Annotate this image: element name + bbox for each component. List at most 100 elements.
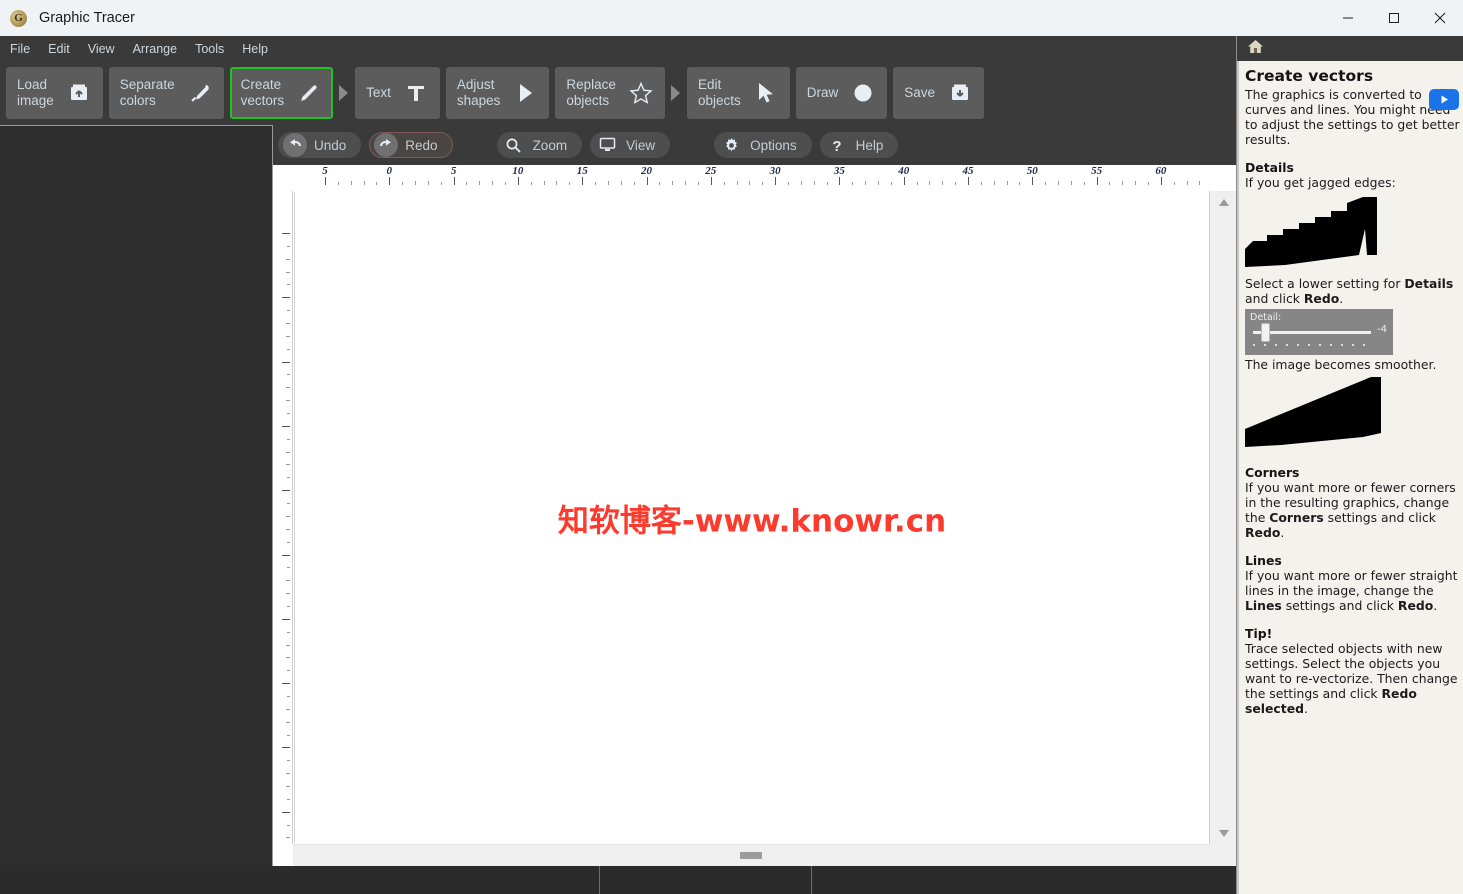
left-tool-panel[interactable] (0, 125, 273, 866)
ruler-v-major-tick (282, 811, 290, 813)
ruler-v-label: 20 (273, 497, 275, 509)
edit-objects-button[interactable]: Edit objects (686, 67, 790, 119)
minimize-icon[interactable] (1325, 0, 1371, 36)
ruler-v-label: 40 (273, 240, 275, 251)
menu-item-edit[interactable]: Edit (40, 39, 78, 59)
ruler-h-major-tick (1096, 177, 1098, 185)
ruler-h-minor-tick (350, 181, 352, 185)
options-button[interactable]: Options (714, 132, 812, 158)
drawing-page[interactable]: 知软博客-www.knowr.cn (294, 192, 1209, 843)
ruler-v-minor-tick (286, 785, 290, 787)
ruler-v-minor-tick (286, 323, 290, 325)
help-heading-tip: Tip! (1245, 626, 1273, 641)
detail-slider-label: Detail: (1250, 312, 1282, 323)
ruler-h-major-tick (710, 177, 712, 185)
save-label: Save (904, 85, 936, 100)
ruler-v-minor-tick (286, 773, 290, 775)
horizontal-ruler[interactable]: 5 0 5 10 15 20 25 30 35 40 45 50 55 60 (293, 165, 1209, 191)
ruler-v-minor-tick (287, 374, 290, 376)
undo-button[interactable]: Undo (278, 132, 362, 158)
save-button[interactable]: Save (893, 67, 985, 119)
ruler-h-major-tick (903, 177, 905, 185)
menu-item-tools[interactable]: Tools (187, 39, 232, 59)
create-vectors-label: Create vectors (240, 77, 285, 108)
redo-button[interactable]: Redo (369, 132, 453, 158)
text-button[interactable]: Text (355, 67, 440, 119)
status-bar (0, 866, 1236, 894)
help-tip-text: Trace selected objects with new settings… (1245, 641, 1458, 716)
horizontal-scrollbar[interactable] (293, 844, 1209, 866)
replace-objects-button[interactable]: Replace objects (555, 67, 665, 119)
ruler-v-minor-tick (287, 670, 290, 672)
menu-item-file[interactable]: File (2, 39, 38, 59)
zoom-label: Zoom (532, 137, 568, 153)
maximize-icon[interactable] (1371, 0, 1417, 36)
close-icon[interactable] (1417, 0, 1463, 36)
adjust-shapes-button[interactable]: Adjust shapes (445, 67, 550, 119)
ruler-h-major-tick (517, 177, 519, 185)
draw-button[interactable]: Draw (795, 67, 888, 119)
ruler-v-major-tick (282, 683, 290, 685)
ruler-h-major-tick (1160, 177, 1162, 185)
ruler-v-minor-tick (286, 515, 290, 517)
load-image-button[interactable]: Load image (6, 67, 103, 119)
ruler-h-minor-tick (620, 181, 622, 185)
ruler-v-major-tick (282, 297, 290, 299)
draw-label: Draw (806, 85, 839, 100)
ruler-h-major-tick (1032, 177, 1034, 185)
ruler-h-minor-tick (595, 182, 597, 185)
detail-slider-value: -4 (1377, 324, 1387, 335)
vertical-ruler[interactable]: 40 35 30 25 20 15 10 5 0 5 (273, 191, 293, 844)
ruler-v-minor-tick (287, 503, 290, 505)
separate-colors-button[interactable]: Separate colors (108, 67, 224, 119)
ruler-h-label: 60 (1155, 165, 1167, 177)
menu-item-help[interactable]: Help (234, 39, 276, 59)
menu-item-view[interactable]: View (80, 39, 123, 59)
ruler-h-label: 40 (898, 165, 910, 177)
ruler-v-minor-tick (286, 657, 290, 659)
ruler-h-minor-tick (865, 181, 867, 185)
ruler-h-minor-tick (1083, 182, 1085, 185)
cursor-arrow-icon (753, 80, 779, 106)
help-button[interactable]: ? Help (819, 132, 899, 158)
scroll-up-arrow-icon[interactable] (1210, 191, 1237, 213)
view-button[interactable]: View (590, 132, 671, 158)
help-lines-text: If you want more or fewer straight lines… (1245, 568, 1458, 613)
help-corners-text: If you want more or fewer corners in the… (1245, 480, 1456, 540)
scroll-down-arrow-icon[interactable] (1210, 822, 1237, 844)
ruler-v-minor-tick (287, 631, 290, 633)
help-heading-details: Details (1245, 160, 1294, 175)
ruler-v-minor-tick (286, 451, 290, 453)
load-image-label: Load image (17, 77, 54, 108)
detail-slider-knob[interactable] (1261, 323, 1270, 342)
menu-item-arrange[interactable]: Arrange (125, 39, 185, 59)
detail-slider-track[interactable] (1253, 331, 1371, 334)
gear-icon (719, 133, 743, 157)
ruler-h-minor-tick (980, 182, 982, 185)
ruler-v-label: 10 (273, 625, 275, 637)
ruler-v-major-tick (282, 490, 290, 492)
canvas-area: 5 0 5 10 15 20 25 30 35 40 45 50 55 60 40 35 30 25 20 15 10… (273, 165, 1236, 866)
home-icon[interactable] (1247, 39, 1264, 59)
ruler-v-label: 5 (273, 696, 275, 702)
menu-bar: File Edit View Arrange Tools Help (0, 36, 1236, 61)
ruler-h-minor-tick (1109, 182, 1111, 185)
zoom-button[interactable]: Zoom (496, 132, 583, 158)
detail-slider-ticks (1253, 342, 1373, 348)
ruler-v-minor-tick (287, 310, 290, 312)
help-heading-corners: Corners (1245, 465, 1300, 480)
ruler-h-minor-tick (736, 181, 738, 185)
download-folder-icon (947, 80, 973, 106)
ruler-h-minor-tick (440, 182, 442, 185)
ruler-v-minor-tick (286, 464, 290, 466)
create-vectors-button[interactable]: Create vectors (229, 67, 334, 119)
vertical-scrollbar[interactable] (1209, 191, 1236, 844)
star-icon (628, 80, 654, 106)
detail-slider[interactable]: Detail: -4 (1245, 309, 1393, 355)
ruler-v-minor-tick (286, 335, 290, 337)
play-video-icon[interactable] (1429, 89, 1459, 110)
horizontal-scroll-thumb[interactable] (740, 852, 762, 859)
ruler-h-minor-tick (633, 182, 635, 185)
ruler-h-minor-tick (1019, 182, 1021, 185)
redo-label: Redo (405, 137, 438, 153)
